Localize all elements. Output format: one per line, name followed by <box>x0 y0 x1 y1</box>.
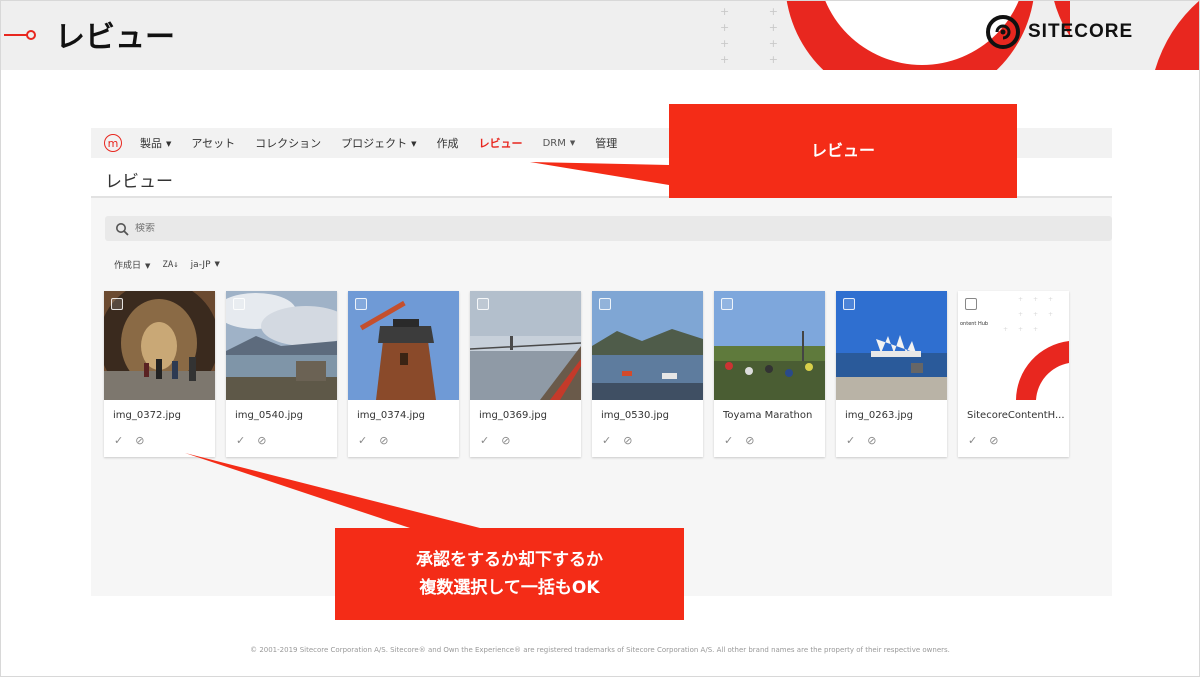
approve-check-icon[interactable]: ✓ <box>236 434 245 447</box>
nav-create[interactable]: 作成 <box>437 135 459 151</box>
reject-ban-icon[interactable]: ⊘ <box>501 434 510 447</box>
language-dropdown[interactable]: ja-JP ▼ <box>191 260 220 270</box>
select-checkbox[interactable] <box>965 298 977 310</box>
app-logo[interactable]: m <box>104 134 122 152</box>
filter-toolbar: 作成日 ▼ ZA↓ ja-JP ▼ <box>114 258 220 272</box>
search-icon <box>116 222 129 236</box>
chevron-down-icon: ▼ <box>214 260 220 268</box>
approve-check-icon[interactable]: ✓ <box>480 434 489 447</box>
svg-text:+: + <box>1048 311 1053 318</box>
sitecore-logo: SITECORE <box>986 15 1133 49</box>
asset-name: img_0540.jpg <box>235 410 303 421</box>
callout-line-1: 承認をするか却下するか <box>416 550 603 570</box>
select-checkbox[interactable] <box>843 298 855 310</box>
asset-card[interactable]: img_0530.jpg ✓ ⊘ <box>592 291 703 457</box>
search-input[interactable] <box>135 223 435 234</box>
asset-name: img_0372.jpg <box>113 410 181 421</box>
app-screenshot: m 製品 ▼ アセット コレクション プロジェクト ▼ 作成 レビュー DRM ▼ 管… <box>91 128 1112 596</box>
asset-name: img_0530.jpg <box>601 410 669 421</box>
slide-header: レビュー + + + + + ++ + + + + ++ + + + + ++ … <box>0 0 1200 70</box>
sort-direction-icon[interactable]: ZA↓ <box>162 260 178 269</box>
svg-text:+: + <box>1003 326 1008 333</box>
header-accent-line <box>4 34 28 36</box>
approve-check-icon[interactable]: ✓ <box>968 434 977 447</box>
reject-ban-icon[interactable]: ⊘ <box>867 434 876 447</box>
approve-check-icon[interactable]: ✓ <box>846 434 855 447</box>
svg-text:+: + <box>1033 296 1038 303</box>
asset-card[interactable]: img_0369.jpg ✓ ⊘ <box>469 291 582 457</box>
asset-name: img_0263.jpg <box>845 410 913 421</box>
reject-ban-icon[interactable]: ⊘ <box>135 434 144 447</box>
select-checkbox[interactable] <box>355 298 367 310</box>
select-checkbox[interactable] <box>233 298 245 310</box>
asset-card[interactable]: ❐ img_0374.jpg ✓ ⊘ <box>348 291 459 457</box>
nav-admin[interactable]: 管理 <box>595 135 617 151</box>
reject-ban-icon[interactable]: ⊘ <box>989 434 998 447</box>
asset-card[interactable]: img_0540.jpg ✓ ⊘ <box>216 291 351 457</box>
nav-products[interactable]: 製品 ▼ <box>140 135 171 151</box>
select-checkbox[interactable] <box>111 298 123 310</box>
reject-ban-icon[interactable]: ⊘ <box>257 434 266 447</box>
sort-field-dropdown[interactable]: 作成日 ▼ <box>114 258 150 271</box>
slide-title: レビュー <box>55 20 175 55</box>
select-checkbox[interactable] <box>721 298 733 310</box>
svg-text:+: + <box>1018 296 1023 303</box>
logo-text: SITECORE <box>1028 21 1134 42</box>
asset-name: img_0374.jpg <box>357 410 425 421</box>
svg-text:+: + <box>1018 326 1023 333</box>
svg-text:+: + <box>1048 296 1053 303</box>
svg-text:ontent Hub: ontent Hub <box>960 321 988 327</box>
chevron-down-icon: ▼ <box>166 140 172 148</box>
asset-grid: img_0372.jpg ✓ ⊘ img_0540.jpg ✓ ⊘ ❐ img_… <box>99 281 1069 457</box>
sitecore-logo-icon <box>986 15 1020 49</box>
asset-card[interactable]: img_0372.jpg ✓ ⊘ <box>99 281 219 457</box>
nav-assets[interactable]: アセット <box>191 135 235 151</box>
page-heading: レビュー <box>105 172 173 192</box>
chevron-down-icon: ▼ <box>569 138 576 147</box>
callout-review: レビュー <box>669 104 1017 198</box>
approve-check-icon[interactable]: ✓ <box>358 434 367 447</box>
asset-name: SitecoreContentH... <box>967 410 1065 421</box>
reject-ban-icon[interactable]: ⊘ <box>623 434 632 447</box>
nav-review[interactable]: レビュー <box>479 135 523 151</box>
svg-text:+: + <box>1033 326 1038 333</box>
reject-ban-icon[interactable]: ⊘ <box>745 434 754 447</box>
nav-projects[interactable]: プロジェクト ▼ <box>341 135 416 151</box>
asset-name: img_0369.jpg <box>479 410 547 421</box>
asset-card[interactable]: img_0263.jpg ✓ ⊘ <box>836 291 947 457</box>
select-checkbox[interactable] <box>477 298 489 310</box>
svg-text:+: + <box>1018 311 1023 318</box>
nav-drm[interactable]: DRM ▼ <box>543 138 576 149</box>
search-bar[interactable] <box>105 216 1112 241</box>
select-checkbox[interactable] <box>599 298 611 310</box>
chevron-down-icon: ▼ <box>145 261 151 270</box>
header-accent-dot <box>26 30 36 40</box>
approve-check-icon[interactable]: ✓ <box>114 434 123 447</box>
asset-card[interactable]: Toyama Marathon ✓ ⊘ <box>714 291 825 457</box>
approve-check-icon[interactable]: ✓ <box>724 434 733 447</box>
copyright-footer: © 2001-2019 Sitecore Corporation A/S. Si… <box>250 646 950 654</box>
nav-collections[interactable]: コレクション <box>255 135 321 151</box>
approve-check-icon[interactable]: ✓ <box>602 434 611 447</box>
asset-name: Toyama Marathon <box>723 410 813 421</box>
callout-line-2: 複数選択して一括もOK <box>419 578 600 598</box>
reject-ban-icon[interactable]: ⊘ <box>379 434 388 447</box>
asset-card[interactable]: + + + + + + + + + ontent Hub SitecoreContentH.… <box>958 291 1069 457</box>
callout-approve-reject: 承認をするか却下するか 複数選択して一括もOK <box>335 528 684 620</box>
svg-text:+: + <box>1033 311 1038 318</box>
chevron-down-icon: ▼ <box>411 140 417 148</box>
